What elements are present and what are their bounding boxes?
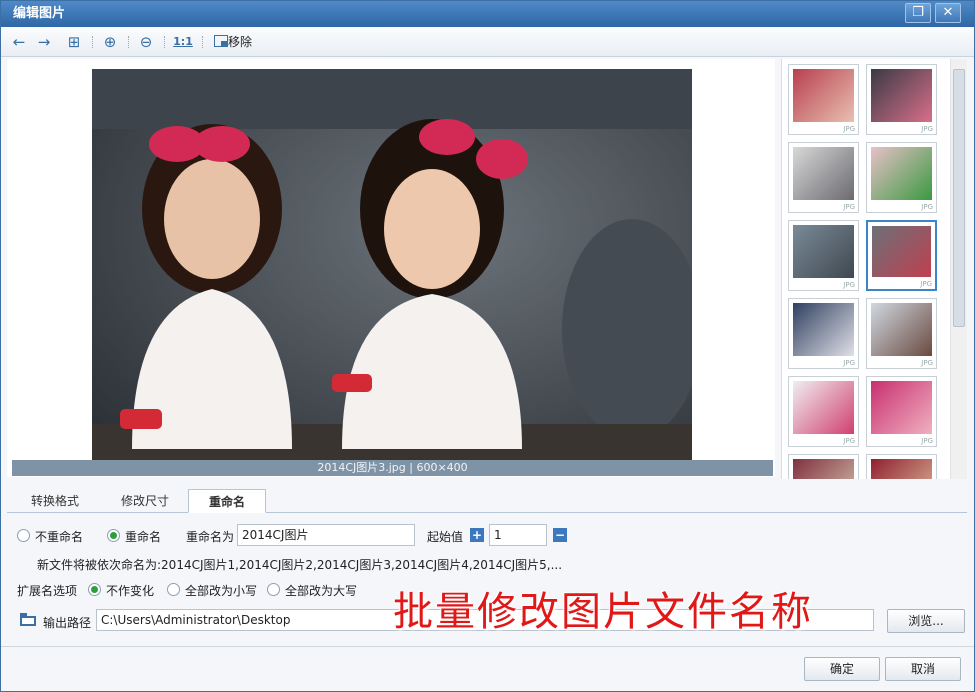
thumbnail-item[interactable]: JPG [866, 298, 937, 369]
thumbnail-strip[interactable]: JPG JPG JPG JPG JPG JPG JPG JPG JPG JPG JPG JPG [781, 59, 967, 479]
edit-image-window: 编辑图片 ❐ ✕ ← → ⊞ ⊕ ⊖ 1:1 移除 2014CJ图片3.jpg … [0, 0, 975, 692]
thumbnail-item[interactable]: JPG [788, 376, 859, 447]
preview-photo-art [92, 69, 692, 469]
scrollbar-thumb[interactable] [953, 69, 965, 327]
thumbnail-image [793, 303, 854, 356]
zoom-out-icon: ⊖ [139, 33, 153, 51]
rename-preview-text: 新文件将被依次命名为:2014CJ图片1,2014CJ图片2,2014CJ图片3… [37, 558, 563, 572]
thumbnail-image [871, 303, 932, 356]
close-button[interactable]: ✕ [935, 3, 961, 23]
remove-icon [213, 35, 228, 47]
plus-icon: + [471, 528, 483, 542]
thumbnail-scrollbar[interactable] [950, 59, 967, 479]
browse-button[interactable]: 浏览... [887, 609, 965, 633]
toolbar: ← → ⊞ ⊕ ⊖ 1:1 移除 [1, 27, 974, 57]
tab-resize[interactable]: 修改尺寸 [101, 489, 189, 513]
forward-button[interactable]: → [34, 32, 54, 52]
thumbnail-item[interactable]: JPG [788, 64, 859, 135]
folder-icon [20, 613, 36, 626]
thumbnail-item[interactable]: JPG [866, 220, 937, 291]
add-icon: ⊞ [67, 33, 81, 51]
back-button[interactable]: ← [9, 32, 29, 52]
thumbnail-image [793, 147, 854, 200]
remove-label: 移除 [227, 35, 252, 49]
image-preview-pane: 2014CJ图片3.jpg | 600×400 [7, 59, 775, 477]
maximize-icon: ❐ [912, 5, 924, 20]
extension-options-label: 扩展名选项 [17, 584, 78, 598]
thumbnail-badge: JPG [843, 125, 855, 133]
thumbnail-item[interactable]: JPG [788, 298, 859, 369]
tab-rename[interactable]: 重命名 [188, 489, 266, 513]
close-icon: ✕ [942, 5, 954, 20]
rename-as-label: 重命名为 [186, 530, 235, 544]
thumbnail-item[interactable]: JPG [866, 454, 937, 479]
thumbnail-badge: JPG [843, 437, 855, 445]
thumbnail-item[interactable]: JPG [788, 142, 859, 213]
footer-divider [1, 646, 974, 647]
thumbnail-image [871, 459, 932, 479]
ext-keep-label[interactable]: 不作变化 [106, 582, 154, 599]
zoom-in-button[interactable]: ⊕ [100, 32, 120, 52]
thumbnail-image [872, 226, 931, 277]
rename-radio[interactable] [107, 529, 120, 542]
no-rename-radio[interactable] [17, 529, 30, 542]
preview-caption: 2014CJ图片3.jpg | 600×400 [12, 460, 773, 476]
maximize-button[interactable]: ❐ [905, 3, 931, 23]
thumbnail-badge: JPG [843, 281, 855, 289]
thumbnail-badge: JPG [843, 203, 855, 211]
thumbnail-badge: JPG [843, 359, 855, 367]
thumbnail-item[interactable]: JPG [866, 376, 937, 447]
arrow-left-icon: ← [12, 33, 26, 51]
no-rename-label[interactable]: 不重命名 [35, 528, 83, 545]
arrow-right-icon: → [37, 33, 51, 51]
thumbnail-badge: JPG [921, 203, 933, 211]
watermark-text: 批量修改图片文件名称 [393, 589, 813, 635]
actual-size-button[interactable]: 1:1 [171, 32, 195, 52]
thumbnail-image [793, 225, 854, 278]
start-value-label: 起始值 [427, 530, 464, 544]
thumbnail-badge: JPG [920, 280, 932, 288]
thumbnail-image [793, 381, 854, 434]
thumbnail-image [793, 69, 854, 122]
title-bar: 编辑图片 [1, 1, 974, 27]
ext-lower-label[interactable]: 全部改为小写 [185, 582, 257, 599]
toolbar-separator [202, 36, 203, 48]
increment-button[interactable]: + [470, 528, 484, 542]
decrement-button[interactable]: − [553, 528, 567, 542]
window-title: 编辑图片 [13, 6, 66, 21]
thumbnail-image [871, 381, 932, 434]
thumbnail-item[interactable]: JPG [866, 142, 937, 213]
toolbar-separator [92, 36, 93, 48]
tab-convert-format[interactable]: 转换格式 [9, 489, 101, 513]
thumbnail-badge: JPG [921, 359, 933, 367]
toolbar-separator [128, 36, 129, 48]
toolbar-separator [164, 36, 165, 48]
remove-button[interactable]: 移除 [210, 32, 256, 52]
start-value-input[interactable]: 1 [489, 524, 547, 546]
add-image-button[interactable]: ⊞ [64, 32, 84, 52]
thumbnail-item[interactable]: JPG [866, 64, 937, 135]
rename-label[interactable]: 重命名 [125, 528, 161, 545]
thumbnail-item[interactable]: JPG [788, 454, 859, 479]
thumbnail-badge: JPG [921, 125, 933, 133]
ext-keep-radio[interactable] [88, 583, 101, 596]
output-path-label: 输出路径 [43, 616, 92, 630]
rename-as-input[interactable]: 2014CJ图片 [237, 524, 415, 546]
preview-image [92, 69, 692, 469]
thumbnail-badge: JPG [921, 437, 933, 445]
ok-button[interactable]: 确定 [804, 657, 880, 681]
ext-upper-label[interactable]: 全部改为大写 [285, 582, 357, 599]
zoom-out-button[interactable]: ⊖ [136, 32, 156, 52]
thumbnail-image [871, 69, 932, 122]
zoom-in-icon: ⊕ [103, 33, 117, 51]
thumbnail-image [871, 147, 932, 200]
options-tabs: 转换格式 修改尺寸 重命名 [7, 486, 967, 513]
actual-size-label: 1:1 [173, 35, 193, 48]
thumbnail-item[interactable]: JPG [788, 220, 859, 291]
ext-upper-radio[interactable] [267, 583, 280, 596]
thumbnail-image [793, 459, 854, 479]
cancel-button[interactable]: 取消 [885, 657, 961, 681]
minus-icon: − [554, 528, 566, 542]
ext-lower-radio[interactable] [167, 583, 180, 596]
